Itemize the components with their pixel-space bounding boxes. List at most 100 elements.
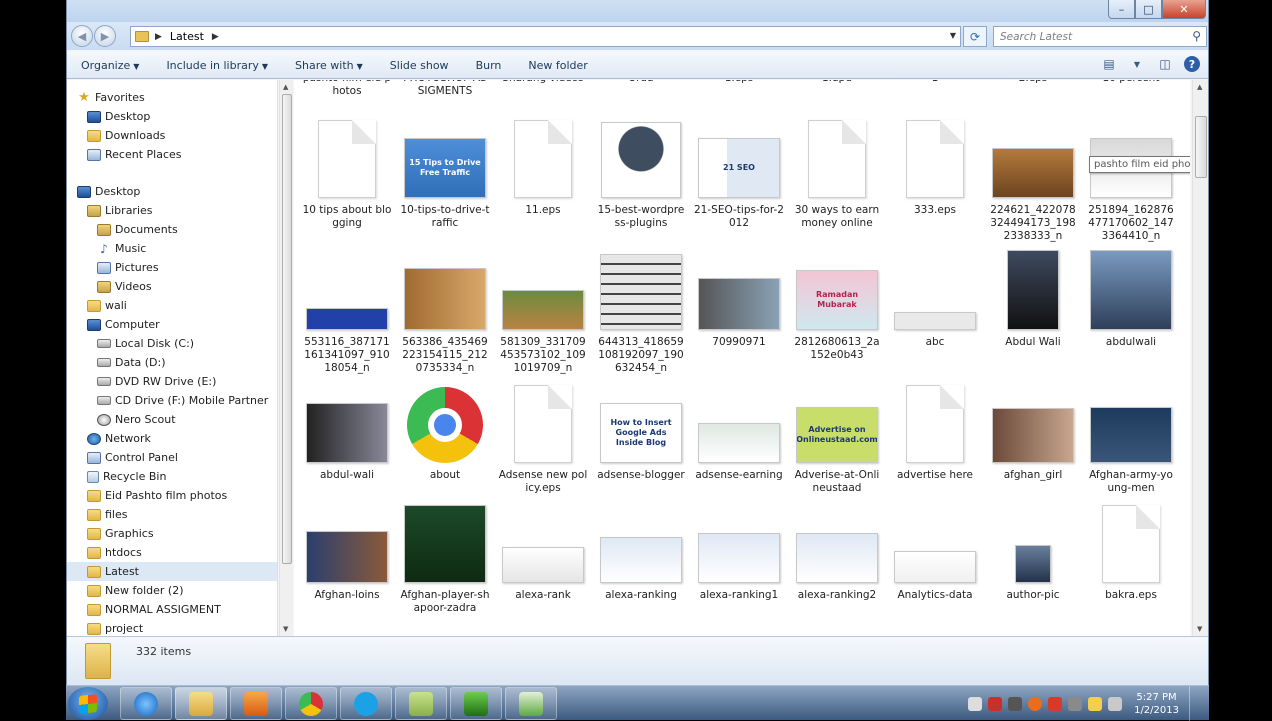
change-view-icon[interactable]: ▤ bbox=[1100, 56, 1118, 72]
preview-pane-icon[interactable]: ◫ bbox=[1156, 56, 1174, 72]
file-item[interactable]: advertise here bbox=[890, 383, 980, 482]
file-item[interactable]: 21 SEO 21-SEO-tips-for-2012 bbox=[694, 118, 784, 230]
sidebar-item[interactable]: Local Disk (C:) bbox=[67, 334, 277, 353]
file-item[interactable]: 30 ways to earn money online bbox=[792, 118, 882, 230]
tray-app-icon[interactable] bbox=[1028, 696, 1043, 711]
clock[interactable]: 5:27 PM 1/2/2013 bbox=[1134, 691, 1179, 717]
scroll-up-icon[interactable]: ▲ bbox=[1197, 83, 1202, 91]
file-item[interactable]: How to Insert Google Ads Inside Blog adse… bbox=[596, 383, 686, 482]
taskbar-editor[interactable] bbox=[505, 687, 557, 720]
taskbar-internet-explorer[interactable] bbox=[120, 687, 172, 720]
tray-app-icon[interactable] bbox=[1008, 696, 1023, 711]
file-item[interactable]: 1.upd bbox=[792, 80, 882, 85]
forward-button[interactable]: ▶ bbox=[94, 25, 116, 47]
content-scrollbar[interactable]: ▲ ▼ bbox=[1192, 80, 1208, 636]
file-item[interactable]: Afghan-loins bbox=[302, 503, 392, 602]
scroll-up-icon[interactable]: ▲ bbox=[283, 83, 288, 91]
file-item[interactable]: 644313_418659108192097_190632454_n bbox=[596, 250, 686, 375]
show-desktop-button[interactable] bbox=[1189, 686, 1201, 721]
file-item[interactable]: Sharang videos bbox=[498, 80, 588, 85]
file-item[interactable]: abc bbox=[890, 250, 980, 349]
tray-app-icon[interactable] bbox=[988, 696, 1003, 711]
file-item[interactable]: 1.eps bbox=[694, 80, 784, 85]
file-item[interactable]: PHOTOSHOP ASSIGMENTS bbox=[400, 80, 490, 98]
sidebar-item[interactable]: Eid Pashto film photos bbox=[67, 486, 277, 505]
sidebar-item[interactable]: ★ Favorites bbox=[67, 88, 277, 107]
close-button[interactable]: ✕ bbox=[1162, 0, 1206, 19]
sidebar-item[interactable]: Videos bbox=[67, 277, 277, 296]
file-item[interactable]: about bbox=[400, 383, 490, 482]
refresh-button[interactable]: ⟳ bbox=[963, 26, 987, 47]
file-item[interactable]: 251894_162876477170602_1473364410_n bbox=[1086, 118, 1176, 243]
sidebar-item[interactable]: CD Drive (F:) Mobile Partner bbox=[67, 391, 277, 410]
file-item[interactable]: Adsense new policy.eps bbox=[498, 383, 588, 495]
file-item[interactable]: alexa-ranking bbox=[596, 503, 686, 602]
taskbar-skype[interactable] bbox=[340, 687, 392, 720]
sidebar-item[interactable]: Recent Places bbox=[67, 145, 277, 164]
sidebar-item[interactable]: NORMAL ASSIGMENT bbox=[67, 600, 277, 619]
taskbar-notes[interactable] bbox=[395, 687, 447, 720]
tray-app-icon[interactable] bbox=[1068, 696, 1083, 711]
sidebar-item[interactable]: Desktop bbox=[67, 107, 277, 126]
breadcrumb-arrow-icon[interactable]: ▶ bbox=[155, 32, 162, 42]
file-item[interactable]: 563386_435469223154115_2120735334_n bbox=[400, 250, 490, 375]
file-item[interactable]: 553116_387171161341097_91018054_n bbox=[302, 250, 392, 375]
file-item[interactable]: 70990971 bbox=[694, 250, 784, 349]
sidebar-item[interactable]: Recycle Bin bbox=[67, 467, 277, 486]
scroll-thumb[interactable] bbox=[1195, 116, 1207, 178]
file-item[interactable]: alexa-ranking1 bbox=[694, 503, 784, 602]
file-item[interactable]: 581309_331709453573102_1091019709_n bbox=[498, 250, 588, 375]
taskbar-camera[interactable] bbox=[450, 687, 502, 720]
file-item[interactable]: 11.eps bbox=[498, 118, 588, 217]
scroll-down-icon[interactable]: ▼ bbox=[1197, 625, 1202, 633]
address-dropdown-icon[interactable]: ▼ bbox=[950, 31, 956, 40]
file-item[interactable]: abdul-wali bbox=[302, 383, 392, 482]
speaker-icon[interactable] bbox=[968, 696, 983, 711]
file-item[interactable]: bakra.eps bbox=[1086, 503, 1176, 602]
file-item[interactable]: 333.eps bbox=[890, 118, 980, 217]
file-item[interactable]: pashto film eid photos bbox=[302, 80, 392, 98]
network-icon[interactable] bbox=[1108, 696, 1123, 711]
file-item[interactable]: 2.eps bbox=[988, 80, 1078, 85]
slide-show-button[interactable]: Slide show bbox=[390, 59, 449, 72]
sidebar-item[interactable]: files bbox=[67, 505, 277, 524]
file-item[interactable]: 10 percent bbox=[1086, 80, 1176, 85]
taskbar-media-player[interactable] bbox=[230, 687, 282, 720]
breadcrumb-latest[interactable]: Latest bbox=[170, 30, 204, 43]
file-item[interactable]: 224621_422078324494173_1982338333_n bbox=[988, 118, 1078, 243]
file-item[interactable]: abdulwali bbox=[1086, 250, 1176, 349]
file-item[interactable]: author-pic bbox=[988, 503, 1078, 602]
sidebar-item[interactable]: Downloads bbox=[67, 126, 277, 145]
file-item[interactable]: afghan_girl bbox=[988, 383, 1078, 482]
burn-button[interactable]: Burn bbox=[476, 59, 502, 72]
navigation-scrollbar[interactable]: ▲ ▼ bbox=[279, 80, 293, 636]
sidebar-item[interactable]: Network bbox=[67, 429, 277, 448]
sidebar-item[interactable]: Graphics bbox=[67, 524, 277, 543]
view-dropdown-icon[interactable]: ▼ bbox=[1128, 56, 1146, 72]
organize-menu[interactable]: Organize ▼ bbox=[81, 59, 139, 72]
scroll-thumb[interactable] bbox=[282, 94, 292, 564]
file-item[interactable]: adsense-earning bbox=[694, 383, 784, 482]
file-item[interactable]: Abdul Wali bbox=[988, 250, 1078, 349]
sidebar-item[interactable]: Pictures bbox=[67, 258, 277, 277]
tray-app-icon[interactable] bbox=[1048, 696, 1063, 711]
sidebar-item[interactable]: DVD RW Drive (E:) bbox=[67, 372, 277, 391]
sidebar-item[interactable]: Documents bbox=[67, 220, 277, 239]
new-folder-button[interactable]: New folder bbox=[528, 59, 587, 72]
sidebar-item[interactable]: Control Panel bbox=[67, 448, 277, 467]
sidebar-item[interactable]: Desktop bbox=[67, 182, 277, 201]
breadcrumb-arrow-icon[interactable]: ▶ bbox=[212, 32, 219, 42]
address-field[interactable]: ▶ Latest ▶ ▼ bbox=[130, 26, 961, 47]
file-item[interactable]: Ramadan Mubarak 2812680613_2a152e0b43 bbox=[792, 250, 882, 362]
file-item[interactable]: alexa-rank bbox=[498, 503, 588, 602]
search-input[interactable]: Search Latest ⚲ bbox=[993, 26, 1207, 47]
taskbar-chrome[interactable] bbox=[285, 687, 337, 720]
maximize-button[interactable]: □ bbox=[1135, 0, 1162, 19]
file-item[interactable]: Afghan-player-shapoor-zadra bbox=[400, 503, 490, 615]
start-button[interactable] bbox=[68, 687, 108, 720]
search-icon[interactable]: ⚲ bbox=[1192, 29, 1201, 43]
taskbar-windows-explorer[interactable] bbox=[175, 687, 227, 720]
sidebar-item[interactable]: Libraries bbox=[67, 201, 277, 220]
minimize-button[interactable]: – bbox=[1108, 0, 1135, 19]
file-item[interactable]: 15-best-wordpress-plugins bbox=[596, 118, 686, 230]
